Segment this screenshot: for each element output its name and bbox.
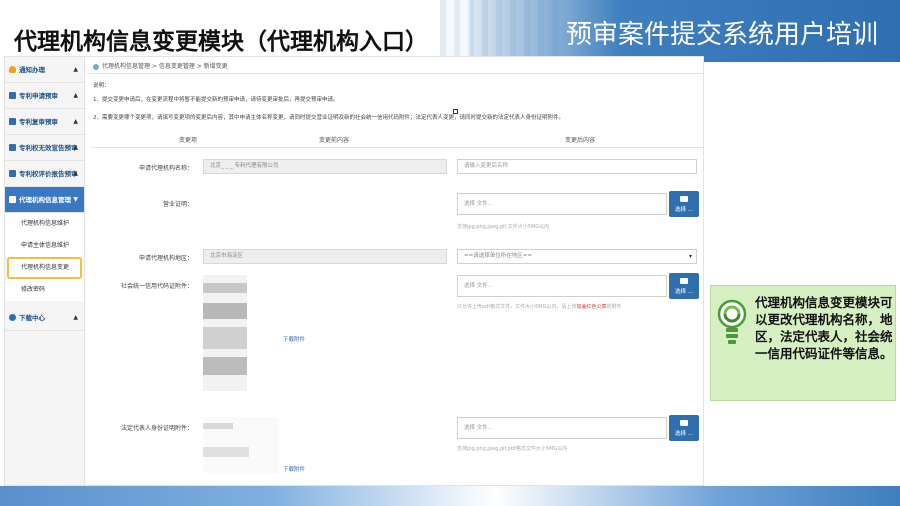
browse-label: 选择 ... bbox=[675, 289, 693, 295]
sidebar-item-label: 通知办理 bbox=[19, 66, 45, 74]
folder-icon bbox=[680, 420, 688, 426]
sidebar-item-agency-management[interactable]: 代理机构信息管理 ▼ bbox=[5, 187, 84, 213]
credit-code-file-input[interactable]: 选择 文件... bbox=[457, 275, 667, 297]
course-title: 预审案件提交系统用户培训 bbox=[565, 20, 878, 50]
credit-code-download-link[interactable]: 下载附件 bbox=[283, 335, 305, 343]
app-screenshot: 通知办理 ▲ 专利申请预审 ▲ 专利复审预审 ▲ 专利权无效宣告预审 ▲ 专利权… bbox=[4, 56, 704, 486]
sidebar-item-label: 专利权无效宣告预审 bbox=[19, 144, 78, 152]
legal-rep-hint: 支持jpg,png,jpeg,gif,pdf格式文件大小5MG以内 bbox=[457, 446, 568, 452]
field-label-legal-rep: 法定代表人身份证明附件： bbox=[120, 425, 193, 432]
field-label-business-cert: 营业证明： bbox=[162, 201, 193, 208]
old-region: 北京市海淀区 bbox=[203, 249, 447, 264]
field-label-region: 申请代理机构地区： bbox=[138, 255, 193, 262]
main-content: 代理机构信息管理 > 信息变更管理 > 新增变更 说明： 1、提交变更申请后，在… bbox=[87, 57, 703, 485]
hint-text-end: 的附件 bbox=[606, 304, 622, 310]
chevron-down-icon: ▾ bbox=[688, 253, 692, 260]
sidebar-item-label: 专利复审预审 bbox=[19, 118, 58, 126]
footer-band bbox=[0, 486, 900, 506]
column-header-after: 变更后内容 bbox=[565, 137, 596, 144]
sidebar-subitem-agency-info[interactable]: 代理机构信息维护 bbox=[5, 213, 84, 235]
chevron-down-icon: ▼ bbox=[73, 196, 78, 203]
callout-text: 代理机构信息变更模块可以更改代理机构名称，地区，法定代表人，社会统一信用代码证件… bbox=[755, 295, 893, 361]
sidebar-item-label: 代理机构信息管理 bbox=[19, 196, 71, 204]
legal-rep-file-input[interactable]: 选择 文件... bbox=[457, 417, 667, 439]
sidebar-item-label: 专利权评价报告预审 bbox=[19, 170, 78, 178]
document-icon bbox=[9, 118, 16, 125]
credit-code-thumbnail bbox=[203, 275, 247, 391]
note-line-1: 1、提交变更申请后，在变更流程中将暂不能提交新的预审申请，请待变更审批后，再提交… bbox=[93, 97, 339, 103]
business-cert-file-input[interactable]: 选择 文件... bbox=[457, 193, 667, 215]
chevron-up-icon: ▲ bbox=[73, 314, 78, 321]
chevron-up-icon: ▲ bbox=[73, 92, 78, 99]
note-heading: 说明： bbox=[93, 83, 110, 89]
browse-label: 选择 ... bbox=[675, 431, 693, 437]
credit-code-hint: 只允许上传pdf格式文件，文件大小5MG以内，请上传加盖红色公章的附件 bbox=[457, 303, 622, 310]
field-label-credit-code: 社会统一信用代码证附件： bbox=[120, 283, 193, 290]
sidebar-item-label: 下载中心 bbox=[19, 314, 45, 322]
cursor-marker bbox=[453, 109, 458, 114]
chevron-up-icon: ▲ bbox=[73, 118, 78, 125]
hint-text: 只允许上传pdf格式文件，文件大小5MG以内，请上传 bbox=[457, 304, 577, 310]
header-banner: 代理机构信息变更模块（代理机构入口） 预审案件提交系统用户培训 bbox=[0, 0, 900, 62]
browse-label: 选择 ... bbox=[675, 207, 693, 213]
lightbulb-icon bbox=[717, 299, 747, 344]
column-header-item: 变更项 bbox=[179, 137, 198, 144]
download-icon bbox=[9, 314, 16, 321]
folder-icon bbox=[680, 196, 688, 202]
sidebar-item-label: 专利申请预审 bbox=[19, 92, 58, 100]
business-cert-hint: 支持jpg,png,jpeg,gif,文件大小5MG以内 bbox=[457, 224, 550, 230]
region-select[interactable]: ==请选择单位所在地区== ▾ bbox=[457, 249, 697, 264]
breadcrumb-text: 代理机构信息管理 > 信息变更管理 > 新增变更 bbox=[102, 63, 228, 70]
new-agency-name-input[interactable]: 请输入变更后名称 bbox=[457, 159, 697, 174]
sidebar-item-notice[interactable]: 通知办理 ▲ bbox=[5, 57, 84, 83]
legal-rep-browse-button[interactable]: 选择 ... bbox=[669, 415, 699, 441]
note-line-2: 2、需要变更哪个变更项，请填写变更项的变更后内容，其中申请主体名称变更，请同时提… bbox=[93, 115, 565, 121]
hint-red-text: 加盖红色公章 bbox=[576, 304, 607, 310]
chevron-up-icon: ▲ bbox=[73, 144, 78, 151]
credit-code-browse-button[interactable]: 选择 ... bbox=[669, 273, 699, 299]
chevron-up-icon: ▲ bbox=[73, 66, 78, 73]
slide: 代理机构信息变更模块（代理机构入口） 预审案件提交系统用户培训 通知办理 ▲ 专… bbox=[0, 0, 900, 506]
legal-rep-download-link[interactable]: 下载附件 bbox=[283, 465, 305, 473]
sidebar-item-invalidation[interactable]: 专利权无效宣告预审 ▲ bbox=[5, 135, 84, 161]
header-divider bbox=[91, 147, 703, 148]
sidebar-item-evaluation-report[interactable]: 专利权评价报告预审 ▲ bbox=[5, 161, 84, 187]
breadcrumb: 代理机构信息管理 > 信息变更管理 > 新增变更 bbox=[93, 61, 228, 70]
bell-icon bbox=[9, 66, 16, 73]
user-icon bbox=[93, 63, 99, 70]
chevron-up-icon: ▲ bbox=[73, 170, 78, 177]
document-icon bbox=[9, 144, 16, 151]
slide-title: 代理机构信息变更模块（代理机构入口） bbox=[14, 29, 428, 55]
column-header-before: 变更前内容 bbox=[319, 137, 350, 144]
old-agency-name: 北京_ _ _ 专利代理有限公司 bbox=[203, 159, 447, 174]
document-icon bbox=[9, 170, 16, 177]
sidebar-item-reexamination[interactable]: 专利复审预审 ▲ bbox=[5, 109, 84, 135]
document-icon bbox=[9, 92, 16, 99]
region-select-value: ==请选择单位所在地区== bbox=[464, 253, 532, 259]
sidebar-subitem-applicant-info[interactable]: 申请主体信息维护 bbox=[5, 235, 84, 257]
sidebar-subitem-change-password[interactable]: 修改密码 bbox=[5, 279, 84, 301]
sidebar-item-download-center[interactable]: 下载中心 ▲ bbox=[5, 305, 84, 331]
divider bbox=[87, 73, 703, 74]
field-label-agency-name: 申请代理机构名称： bbox=[138, 165, 193, 172]
legal-rep-thumbnail bbox=[203, 417, 279, 473]
info-callout: 代理机构信息变更模块可以更改代理机构名称，地区，法定代表人，社会统一信用代码证件… bbox=[710, 285, 896, 401]
sidebar-subitem-agency-change[interactable]: 代理机构信息变更 bbox=[7, 257, 82, 279]
folder-icon bbox=[680, 278, 688, 284]
sidebar-item-patent-application[interactable]: 专利申请预审 ▲ bbox=[5, 83, 84, 109]
sidebar: 通知办理 ▲ 专利申请预审 ▲ 专利复审预审 ▲ 专利权无效宣告预审 ▲ 专利权… bbox=[5, 57, 85, 485]
document-icon bbox=[9, 196, 16, 203]
business-cert-browse-button[interactable]: 选择 ... bbox=[669, 191, 699, 217]
